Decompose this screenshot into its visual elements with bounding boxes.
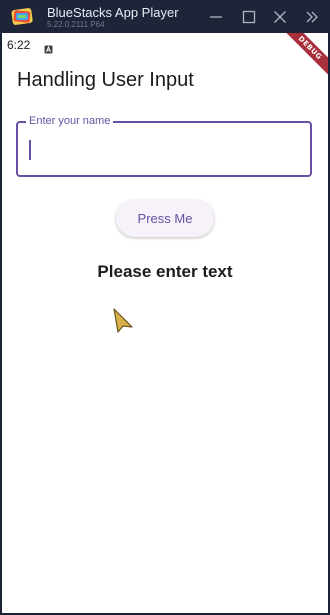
name-text-field[interactable]: Enter your name: [16, 115, 312, 177]
window-titlebar: BlueStacks App Player 5.22.0.2111 P64: [0, 0, 330, 33]
close-icon[interactable]: [270, 7, 290, 27]
minimize-icon[interactable]: [206, 7, 226, 27]
android-status-bar: 6:22: [2, 33, 328, 57]
result-text: Please enter text: [97, 262, 233, 281]
bluestacks-logo-icon: [11, 5, 33, 27]
device-screen: 6:22 DEBUG Handling User Input Enter you…: [2, 33, 328, 613]
page-title: Handling User Input: [17, 69, 194, 91]
notification-icon: [44, 41, 53, 54]
app-version: 5.22.0.2111 P64: [47, 20, 105, 29]
maximize-icon[interactable]: [239, 7, 259, 27]
expand-sidebar-icon[interactable]: [302, 7, 322, 27]
name-input[interactable]: [28, 135, 298, 163]
mouse-pointer-icon: [112, 307, 134, 335]
press-me-button[interactable]: Press Me: [116, 200, 214, 237]
status-time: 6:22: [7, 38, 31, 52]
app-name: BlueStacks App Player: [47, 5, 179, 20]
name-field-label: Enter your name: [26, 115, 114, 127]
text-caret: [29, 140, 31, 160]
